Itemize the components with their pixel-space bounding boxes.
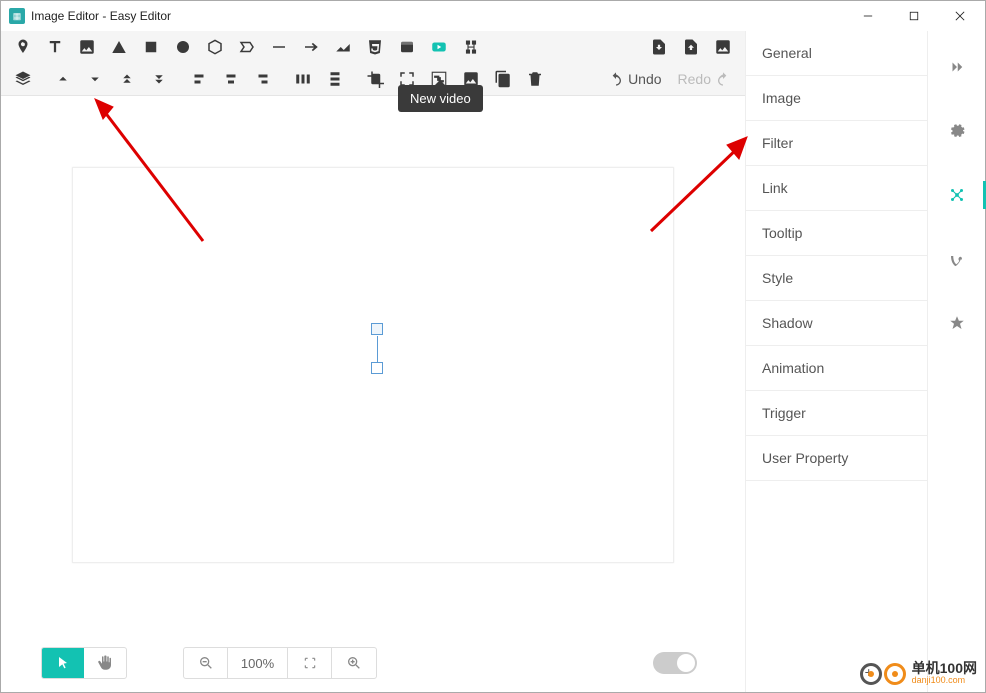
zoom-fit-button[interactable]	[288, 648, 332, 678]
close-button[interactable]	[937, 1, 983, 31]
align-right-icon[interactable]	[247, 63, 279, 95]
properties-panel: General Image Filter Link Tooltip Style …	[745, 31, 927, 692]
hand-mode-button[interactable]	[84, 648, 126, 678]
watermark-logo: +	[860, 663, 906, 685]
triangle-icon[interactable]	[103, 31, 135, 63]
mode-group	[41, 647, 127, 679]
panel-item-general[interactable]: General	[746, 31, 927, 76]
distribute-v-icon[interactable]	[319, 63, 351, 95]
html-icon[interactable]	[359, 31, 391, 63]
upload-icon[interactable]	[675, 31, 707, 63]
annotation-arrow-right	[641, 131, 761, 241]
pointer-mode-button[interactable]	[42, 648, 84, 678]
align-center-icon[interactable]	[215, 63, 247, 95]
redo-label: Redo	[678, 71, 711, 87]
tooltip-new-video: New video	[398, 85, 483, 112]
copy-icon[interactable]	[487, 63, 519, 95]
line-icon[interactable]	[263, 31, 295, 63]
watermark-cn: 单机100网	[912, 662, 977, 674]
expand-panel-icon[interactable]	[937, 47, 977, 87]
panel-item-image[interactable]: Image	[746, 76, 927, 121]
collapse-up-icon[interactable]	[47, 63, 79, 95]
layers-icon[interactable]	[7, 63, 39, 95]
star-icon[interactable]	[937, 303, 977, 343]
circle-icon[interactable]	[167, 31, 199, 63]
panel-item-animation[interactable]: Animation	[746, 346, 927, 391]
zoom-percent[interactable]: 100%	[228, 648, 288, 678]
redo-button[interactable]: Redo	[670, 63, 739, 95]
element-icon[interactable]	[391, 31, 423, 63]
settings-icon[interactable]	[937, 111, 977, 151]
polygon-icon[interactable]	[231, 31, 263, 63]
main-toolbar: Undo Redo New video	[1, 31, 745, 96]
undo-label: Undo	[628, 71, 661, 87]
undo-button[interactable]: Undo	[600, 63, 669, 95]
distribute-h-icon[interactable]	[287, 63, 319, 95]
panel-item-style[interactable]: Style	[746, 256, 927, 301]
panel-item-user-property[interactable]: User Property	[746, 436, 927, 481]
text-icon[interactable]	[39, 31, 71, 63]
download-icon[interactable]	[643, 31, 675, 63]
zoom-in-button[interactable]	[332, 648, 376, 678]
panel-item-trigger[interactable]: Trigger	[746, 391, 927, 436]
video-icon[interactable]	[423, 31, 455, 63]
vine-icon[interactable]	[937, 239, 977, 279]
square-icon[interactable]	[135, 31, 167, 63]
panel-item-shadow[interactable]: Shadow	[746, 301, 927, 346]
panel-item-filter[interactable]: Filter	[746, 121, 927, 166]
nodes-icon[interactable]	[455, 31, 487, 63]
zoom-group: 100%	[183, 647, 377, 679]
selected-object[interactable]	[371, 362, 383, 374]
footer-bar: 100%	[1, 634, 745, 692]
node-settings-icon[interactable]	[937, 175, 977, 215]
image-icon[interactable]	[71, 31, 103, 63]
watermark: + 单机100网 danji100.com	[860, 662, 977, 686]
panel-item-link[interactable]: Link	[746, 166, 927, 211]
chart-icon[interactable]	[327, 31, 359, 63]
right-iconbar	[927, 31, 985, 692]
cube-icon[interactable]	[199, 31, 231, 63]
maximize-button[interactable]	[891, 1, 937, 31]
window-title: Image Editor - Easy Editor	[31, 9, 845, 23]
marker-icon[interactable]	[7, 31, 39, 63]
panel-item-tooltip[interactable]: Tooltip	[746, 211, 927, 256]
minimize-button[interactable]	[845, 1, 891, 31]
crop-icon[interactable]	[359, 63, 391, 95]
annotation-arrow-left	[83, 91, 213, 251]
app-icon: ▦	[9, 8, 25, 24]
watermark-en: danji100.com	[912, 674, 977, 686]
selection-handle-top[interactable]	[371, 323, 383, 335]
delete-icon[interactable]	[519, 63, 551, 95]
arrow-icon[interactable]	[295, 31, 327, 63]
selection-connector	[377, 336, 378, 362]
zoom-out-button[interactable]	[184, 648, 228, 678]
preview-toggle[interactable]	[653, 652, 697, 674]
titlebar: ▦ Image Editor - Easy Editor	[1, 1, 985, 31]
save-image-icon[interactable]	[707, 31, 739, 63]
